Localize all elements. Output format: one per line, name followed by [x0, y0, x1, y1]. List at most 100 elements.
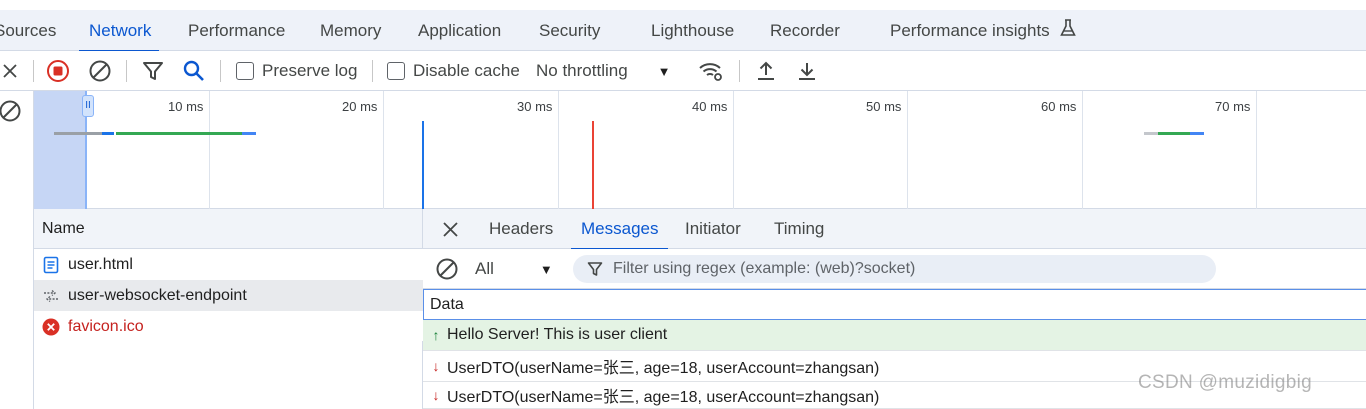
close-icon [443, 222, 458, 237]
tab-network[interactable]: Network [78, 10, 160, 52]
blocked-requests-button[interactable] [0, 99, 22, 128]
tab-memory[interactable]: Memory [320, 10, 381, 51]
gridline [1082, 91, 1083, 209]
waterfall-bar-download [1158, 132, 1190, 135]
message-text: Hello Server! This is user client [447, 326, 668, 343]
toolbar-divider [220, 60, 221, 82]
request-row[interactable]: user.html [34, 249, 423, 280]
gridline [1256, 91, 1257, 209]
import-har-button[interactable] [755, 51, 777, 91]
messages-toolbar: All ▼ Filter using regex (example: (web)… [423, 249, 1366, 289]
record-button[interactable] [46, 51, 70, 91]
throttling-value: No throttling [536, 61, 628, 80]
gridline [558, 91, 559, 209]
message-type-select[interactable]: All ▼ [475, 249, 553, 289]
request-list-empty-area [34, 341, 423, 409]
close-details-button[interactable] [443, 209, 458, 249]
toolbar-divider [372, 60, 373, 82]
search-button[interactable] [182, 51, 206, 91]
funnel-icon [587, 261, 603, 277]
clear-button[interactable] [88, 51, 112, 91]
data-column-label: Data [430, 296, 464, 313]
clear-icon [436, 258, 458, 280]
tab-lighthouse[interactable]: Lighthouse [651, 10, 734, 51]
toolbar-divider [126, 60, 127, 82]
request-row[interactable]: user-websocket-endpoint [34, 280, 423, 311]
tab-performance[interactable]: Performance [188, 10, 285, 51]
tab-messages[interactable]: Messages [570, 209, 670, 250]
message-text: UserDTO(userName=张三, age=18, userAccount… [447, 360, 880, 377]
search-icon [183, 60, 204, 81]
toolbar-divider [33, 60, 34, 82]
name-column-header: Name [42, 220, 85, 237]
error-icon [42, 318, 60, 336]
received-arrow-icon: ↓ [432, 358, 440, 374]
request-row[interactable]: favicon.ico [34, 311, 423, 342]
message-row-sent[interactable]: ↑ Hello Server! This is user client [423, 320, 1366, 351]
tab-performance-insights-label: Performance insights [890, 21, 1050, 40]
filter-placeholder: Filter using regex (example: (web)?socke… [613, 260, 916, 277]
record-stop-icon [47, 60, 69, 82]
panel-tab-bar: Sources Network Performance Memory Appli… [0, 10, 1366, 52]
waterfall-bar-queue [54, 132, 102, 135]
watermark: CSDN @muzidigbig [1138, 372, 1313, 393]
tab-initiator[interactable]: Initiator [685, 209, 741, 249]
tab-security[interactable]: Security [539, 10, 600, 51]
document-icon [42, 256, 60, 274]
left-rail [0, 91, 34, 409]
upload-icon [758, 61, 774, 80]
request-name: user-websocket-endpoint [68, 286, 247, 304]
data-column-header[interactable]: Data [423, 289, 1366, 320]
flask-icon [1060, 11, 1077, 52]
tick-label: 40 ms [692, 99, 728, 114]
sent-arrow-icon: ↑ [432, 327, 440, 343]
download-icon [799, 63, 815, 80]
filter-toggle-button[interactable] [142, 51, 164, 91]
blocked-icon [0, 100, 21, 122]
request-name: favicon.ico [68, 317, 144, 335]
received-arrow-icon: ↓ [432, 386, 440, 403]
message-filter-input[interactable]: Filter using regex (example: (web)?socke… [573, 255, 1216, 283]
network-conditions-button[interactable] [698, 51, 724, 91]
gridline [907, 91, 908, 209]
waterfall-bar-waiting [102, 132, 114, 135]
wifi-settings-icon [699, 63, 722, 81]
clear-messages-button[interactable] [435, 257, 459, 286]
load-event-marker [592, 121, 594, 209]
tab-sources[interactable]: Sources [0, 10, 56, 51]
gridline [209, 91, 210, 209]
tab-application[interactable]: Application [418, 10, 501, 51]
waterfall-bar-queue [1144, 132, 1158, 135]
preserve-log-box [236, 62, 254, 80]
tick-label: 60 ms [1041, 99, 1077, 114]
funnel-icon [143, 62, 163, 80]
tab-timing[interactable]: Timing [774, 209, 824, 249]
clear-icon [89, 60, 111, 82]
dropdown-arrow-icon: ▼ [657, 63, 671, 79]
close-drawer-button[interactable] [0, 51, 20, 91]
tab-performance-insights[interactable]: Performance insights [890, 10, 1077, 52]
tab-headers[interactable]: Headers [489, 209, 553, 249]
network-overview[interactable]: II 10 ms 20 ms 30 ms 40 ms 50 ms 60 ms 7… [34, 91, 1366, 209]
disable-cache-checkbox[interactable]: Disable cache [387, 51, 520, 91]
request-list-header[interactable]: Name [34, 209, 423, 249]
close-icon [3, 64, 17, 78]
tab-recorder[interactable]: Recorder [770, 10, 840, 51]
preserve-log-checkbox[interactable]: Preserve log [236, 51, 357, 91]
waterfall-bar-content [1190, 132, 1204, 135]
tick-label: 20 ms [342, 99, 378, 114]
throttling-select[interactable]: No throttling ▼ [536, 51, 671, 91]
disable-cache-label: Disable cache [413, 61, 520, 80]
export-har-button[interactable] [796, 51, 818, 91]
tick-label: 50 ms [866, 99, 902, 114]
timeline-selection[interactable] [34, 91, 87, 209]
preserve-log-label: Preserve log [262, 61, 358, 80]
tick-label: 30 ms [517, 99, 553, 114]
request-name: user.html [68, 255, 133, 273]
overview-pause-handle[interactable]: II [82, 95, 94, 117]
request-details-tabs: Headers Messages Initiator Timing [423, 209, 1366, 250]
dropdown-arrow-icon: ▼ [539, 261, 553, 277]
network-toolbar: Preserve log Disable cache No throttling… [0, 51, 1366, 91]
message-text: UserDTO(userName=张三, age=18, userAccount… [447, 388, 880, 406]
dom-content-loaded-marker [422, 121, 424, 209]
